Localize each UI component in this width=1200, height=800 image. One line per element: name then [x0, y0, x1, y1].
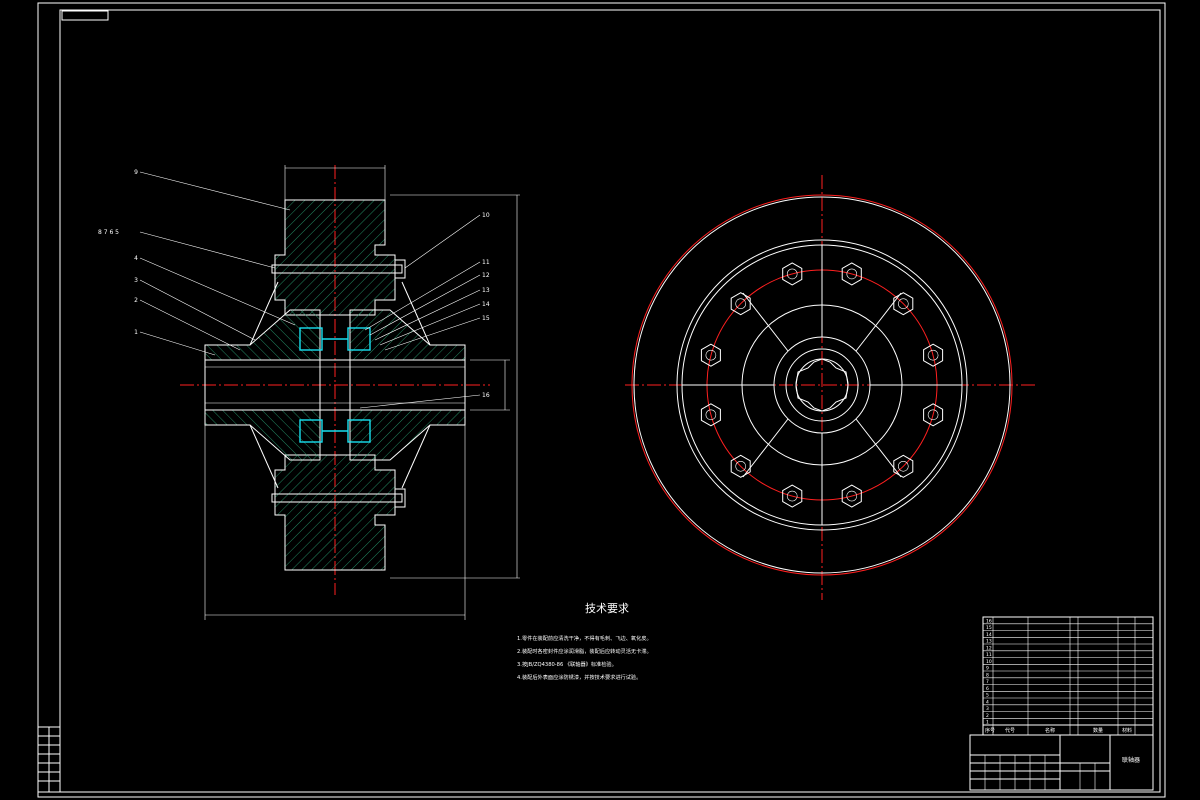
leader-11: 11: [482, 259, 490, 266]
tech-req-line-2: 2.装配时各密封件应涂润滑脂，装配后应转动灵活无卡滞。: [517, 647, 652, 655]
tech-req-line-1: 1.零件在装配前应清洗干净，不得有毛刺、飞边、氧化皮。: [517, 634, 652, 642]
tech-req-line-3: 3.按JB/ZQ4380-86 《联轴器》标准检验。: [517, 660, 617, 668]
header-seq: 序号: [985, 727, 995, 734]
title-block: 16151413121110987654321 联轴器 序号 代号 名称 数量 …: [969, 616, 1154, 791]
technical-requirements: 技术要求 1.零件在装配前应清洗干净，不得有毛刺、飞边、氧化皮。 2.装配时各密…: [517, 602, 652, 681]
parts-row-number: 14: [986, 632, 992, 638]
leader-15: 15: [482, 315, 490, 322]
leader-16: 16: [482, 392, 490, 399]
leader-8765: 8 7 6 5: [98, 229, 119, 236]
parts-row-number: 4: [986, 699, 989, 705]
header-code: 代号: [1005, 727, 1015, 734]
drawing-title: 联轴器: [1122, 756, 1140, 764]
cad-drawing: 9 8 7 6 5 4 3 2 1 10 11 12 13 14 15 16 技…: [37, 2, 1166, 798]
parts-row-number: 7: [986, 679, 989, 685]
parts-row-number: 3: [986, 706, 989, 712]
header-material: 材料: [1122, 727, 1132, 734]
parts-row-number: 8: [986, 672, 989, 678]
leader-14: 14: [482, 301, 490, 308]
parts-row-number: 2: [986, 713, 989, 719]
parts-row-number: 9: [986, 666, 989, 672]
leader-13: 13: [482, 287, 490, 294]
parts-row-number: 6: [986, 686, 989, 692]
margin-table: [37, 726, 61, 793]
parts-row-number: 11: [986, 652, 992, 658]
parts-row-number: 15: [986, 625, 992, 631]
parts-row-number: 5: [986, 693, 989, 699]
header-qty: 数量: [1093, 727, 1103, 734]
tech-req-line-4: 4.装配后外表面应涂防锈漆，并按技术要求进行试验。: [517, 673, 641, 681]
leader-2: 2: [134, 297, 138, 304]
parts-row-number: 10: [986, 659, 992, 665]
parts-row-number: 13: [986, 639, 992, 645]
tech-req-heading: 技术要求: [585, 602, 629, 615]
end-view: [625, 175, 1035, 600]
corner-label-box: [61, 10, 109, 21]
leader-4: 4: [134, 255, 138, 262]
parts-row-number: 12: [986, 645, 992, 651]
leader-1: 1: [134, 329, 138, 336]
header-name: 名称: [1045, 727, 1055, 734]
leader-10: 10: [482, 212, 490, 219]
leader-12: 12: [482, 272, 490, 279]
leader-9: 9: [134, 169, 138, 176]
section-view: 9 8 7 6 5 4 3 2 1 10 11 12 13 14 15 16: [98, 165, 520, 620]
leader-3: 3: [134, 277, 138, 284]
parts-row-number: 16: [986, 618, 992, 624]
